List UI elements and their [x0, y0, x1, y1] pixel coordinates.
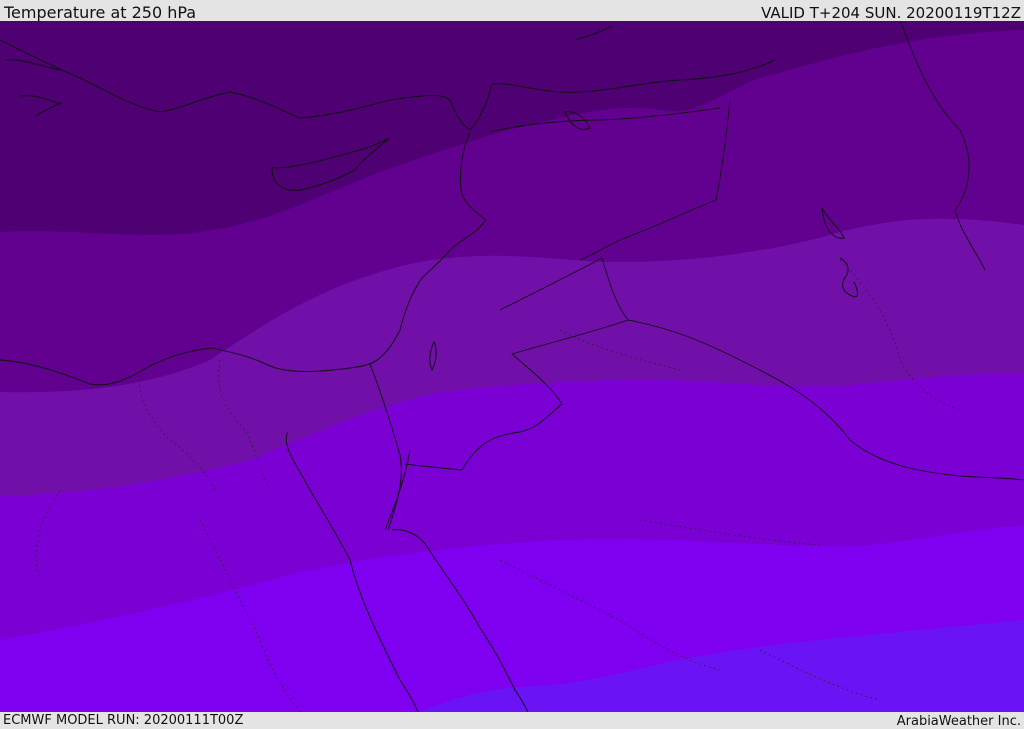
header-bar: Temperature at 250 hPa VALID T+204 SUN. … [0, 0, 1024, 22]
valid-time-label: VALID T+204 SUN. 20200119T12Z [761, 4, 1021, 22]
map-title: Temperature at 250 hPa [4, 3, 197, 22]
credit-label: ArabiaWeather Inc. [896, 714, 1021, 729]
footer-bar: ECMWF MODEL RUN: 20200111T00Z ArabiaWeat… [0, 712, 1024, 729]
weather-map[interactable] [0, 21, 1024, 712]
model-run-label: ECMWF MODEL RUN: 20200111T00Z [3, 713, 244, 728]
